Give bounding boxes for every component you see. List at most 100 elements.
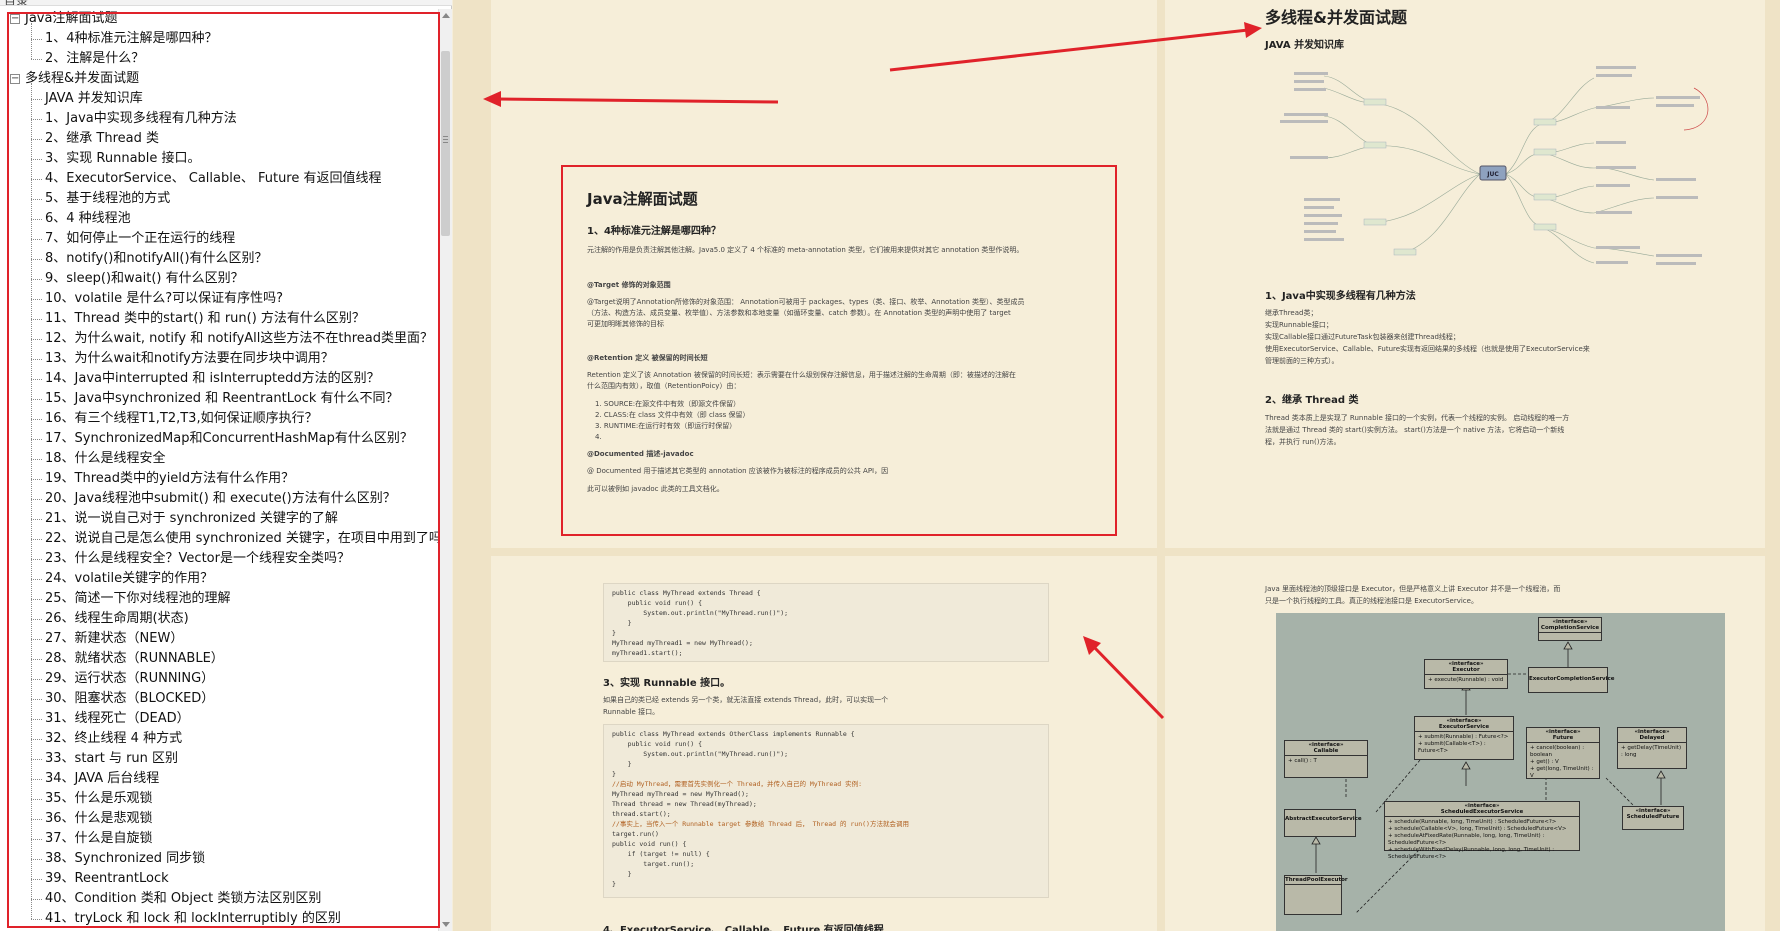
toc-item[interactable]: 17、SynchronizedMap和ConcurrentHashMap有什么区… xyxy=(0,429,438,449)
toc-item-label: 3、实现 Runnable 接口。 xyxy=(45,151,201,166)
code-block: public class MyThread extends OtherClass… xyxy=(603,724,1049,898)
toc-item[interactable]: 1、4种标准元注解是哪四种？ xyxy=(0,29,438,49)
scroll-down-arrow-icon[interactable] xyxy=(442,922,450,927)
toc-item[interactable]: 31、线程死亡（DEAD） xyxy=(0,709,438,729)
code-line: } xyxy=(612,870,632,878)
toc-item[interactable]: 8、notify()和notifyAll()有什么区别？ xyxy=(0,249,438,269)
toc-item[interactable]: 38、Synchronized 同步锁 xyxy=(0,849,438,869)
toc-panel: 目录 −Java注解面试题1、4种标准元注解是哪四种？2、注解是什么？−多线程&… xyxy=(0,0,452,931)
uml-threadpoolexecutor: ThreadPoolExecutor xyxy=(1284,875,1348,915)
toc-item-label: 16、有三个线程T1,T2,T3,如何保证顺序执行？ xyxy=(45,411,318,426)
toc-item-label: 29、运行状态（RUNNING） xyxy=(45,671,215,686)
toc-item[interactable]: 12、为什么wait, notify 和 notifyAll这些方法不在thre… xyxy=(0,329,438,349)
uml-class-name: ScheduledExecutorService xyxy=(1440,809,1524,815)
toc-item[interactable]: 10、volatile 是什么?可以保证有序性吗? xyxy=(0,289,438,309)
toc-item-label: 39、ReentrantLock xyxy=(45,871,169,886)
tree-connector xyxy=(31,259,42,260)
toc-item[interactable]: 11、Thread 类中的start() 和 run() 方法有什么区别？ xyxy=(0,309,438,329)
toc-item-label: 40、Condition 类和 Object 类锁方法区别区别 xyxy=(45,891,322,906)
uml-scheduledfuture: «interface» ScheduledFuture xyxy=(1622,806,1684,830)
toc-item-label: 12、为什么wait, notify 和 notifyAll这些方法不在thre… xyxy=(45,331,433,346)
tree-connector xyxy=(31,319,42,320)
toc-item[interactable]: 26、线程生命周期(状态) xyxy=(0,609,438,629)
toc-item-label: 22、说说自己是怎么使用 synchronized 关键字，在项目中用到了吗sy… xyxy=(45,531,438,546)
toc-item[interactable]: 6、4 种线程池 xyxy=(0,209,438,229)
toc-item[interactable]: 20、Java线程池中submit() 和 execute()方法有什么区别？ xyxy=(0,489,438,509)
toc-item[interactable]: 25、简述一下你对线程池的理解 xyxy=(0,589,438,609)
toc-section[interactable]: − 多线程&并发面试题 xyxy=(0,69,438,89)
toc-item-label: 36、什么是悲观锁 xyxy=(45,811,153,826)
toc-item[interactable]: 1、Java中实现多线程有几种方法 xyxy=(0,109,438,129)
toc-section[interactable]: − Java注解面试题 xyxy=(0,9,438,29)
toc-item-label: 28、就绪状态（RUNNABLE） xyxy=(45,651,224,666)
tree-connector xyxy=(31,439,42,440)
code-line: System.out.println("MyThread.run()"); xyxy=(612,609,789,617)
toc-item[interactable]: 14、Java中interrupted 和 isInterruptedd方法的区… xyxy=(0,369,438,389)
toc-item-label: 2、继承 Thread 类 xyxy=(45,131,159,146)
toc-item[interactable]: 13、为什么wait和notify方法要在同步块中调用？ xyxy=(0,349,438,369)
toc-item-label: 27、新建状态（NEW） xyxy=(45,631,184,646)
collapse-toggle-icon[interactable]: − xyxy=(10,14,20,24)
toc-item[interactable]: 21、说一说自己对于 synchronized 关键字的了解 xyxy=(0,509,438,529)
section-heading: 4、ExecutorService、 Callable、 Future 有返回值… xyxy=(603,925,884,931)
toc-item[interactable]: 32、终止线程 4 种方式 xyxy=(0,729,438,749)
toc-item[interactable]: 5、基于线程池的方式 xyxy=(0,189,438,209)
toc-item[interactable]: 23、什么是线程安全？Vector是一个线程安全类吗？ xyxy=(0,549,438,569)
toc-item[interactable]: 2、注解是什么？ xyxy=(0,49,438,69)
toc-item[interactable]: 9、sleep()和wait() 有什么区别？ xyxy=(0,269,438,289)
toc-item-label: 7、如何停止一个正在运行的线程 xyxy=(45,231,236,246)
toc-item[interactable]: 34、JAVA 后台线程 xyxy=(0,769,438,789)
toc-item[interactable]: 41、tryLock 和 lock 和 lockInterruptibly 的区… xyxy=(0,909,438,929)
toc-item[interactable]: 16、有三个线程T1,T2,T3,如何保证顺序执行？ xyxy=(0,409,438,429)
code-line: public void run() { xyxy=(612,599,703,607)
toc-item[interactable]: 29、运行状态（RUNNING） xyxy=(0,669,438,689)
collapse-toggle-icon[interactable]: − xyxy=(10,74,20,84)
toc-item[interactable]: 19、Thread类中的yield方法有什么作用？ xyxy=(0,469,438,489)
toc-item[interactable]: JAVA 并发知识库 xyxy=(0,89,438,109)
tree-connector xyxy=(31,99,42,100)
toc-item-label: 6、4 种线程池 xyxy=(45,211,131,226)
toc-item-label: 37、什么是自旋锁 xyxy=(45,831,153,846)
tree-connector xyxy=(31,419,42,420)
toc-item[interactable]: 22、说说自己是怎么使用 synchronized 关键字，在项目中用到了吗sy… xyxy=(0,529,438,549)
scroll-up-arrow-icon[interactable] xyxy=(442,13,450,18)
tree-connector xyxy=(31,899,42,900)
toc-section-label: Java注解面试题 xyxy=(25,11,118,26)
toc-item[interactable]: 40、Condition 类和 Object 类锁方法区别区别 xyxy=(0,889,438,909)
tree-connector xyxy=(31,83,32,919)
tree-connector xyxy=(31,799,42,800)
toc-item[interactable]: 27、新建状态（NEW） xyxy=(0,629,438,649)
tree-connector xyxy=(31,499,42,500)
tree-connector xyxy=(31,119,42,120)
toc-item[interactable]: 7、如何停止一个正在运行的线程 xyxy=(0,229,438,249)
toc-item[interactable]: 4、ExecutorService、 Callable、 Future 有返回值… xyxy=(0,169,438,189)
paragraph: 管理前面的三种方式）。 xyxy=(1265,357,1339,365)
toc-tree: − Java注解面试题 1、4种标准元注解是哪四种？ 2、注解是什么？ − 多线程&并发面… xyxy=(0,9,438,931)
tree-connector xyxy=(31,639,42,640)
toc-item[interactable]: 35、什么是乐观锁 xyxy=(0,789,438,809)
toc-item[interactable]: 39、ReentrantLock xyxy=(0,869,438,889)
tree-connector xyxy=(31,359,42,360)
toc-item[interactable]: 36、什么是悲观锁 xyxy=(0,809,438,829)
toc-item[interactable]: 28、就绪状态（RUNNABLE） xyxy=(0,649,438,669)
toc-item[interactable]: 18、什么是线程安全 xyxy=(0,449,438,469)
toc-item[interactable]: 33、start 与 run 区别 xyxy=(0,749,438,769)
toc-item-label: 1、4种标准元注解是哪四种？ xyxy=(45,31,218,46)
code-line: target.run() xyxy=(612,830,659,838)
uml-executorcompletionservice: ExecutorCompletionService xyxy=(1528,667,1615,693)
toc-item[interactable]: 2、继承 Thread 类 xyxy=(0,129,438,149)
toc-item[interactable]: 24、volatile关键字的作用？ xyxy=(0,569,438,589)
toc-item[interactable]: 3、实现 Runnable 接口。 xyxy=(0,149,438,169)
paragraph: 继承Thread类； xyxy=(1265,309,1318,317)
tree-connector xyxy=(31,299,42,300)
scrollbar-thumb[interactable] xyxy=(441,51,450,236)
tree-connector xyxy=(31,919,42,920)
toc-scrollbar[interactable] xyxy=(438,9,452,931)
tree-connector xyxy=(31,479,42,480)
toc-item[interactable]: 15、Java中synchronized 和 ReentrantLock 有什么… xyxy=(0,389,438,409)
toc-item[interactable]: 37、什么是自旋锁 xyxy=(0,829,438,849)
toc-header: 目录 xyxy=(0,0,452,6)
uml-completionservice: «interface» CompletionService xyxy=(1538,617,1602,641)
toc-item[interactable]: 30、阻塞状态（BLOCKED） xyxy=(0,689,438,709)
uml-method: + submit(Runnable) : Future<?> xyxy=(1418,734,1509,740)
